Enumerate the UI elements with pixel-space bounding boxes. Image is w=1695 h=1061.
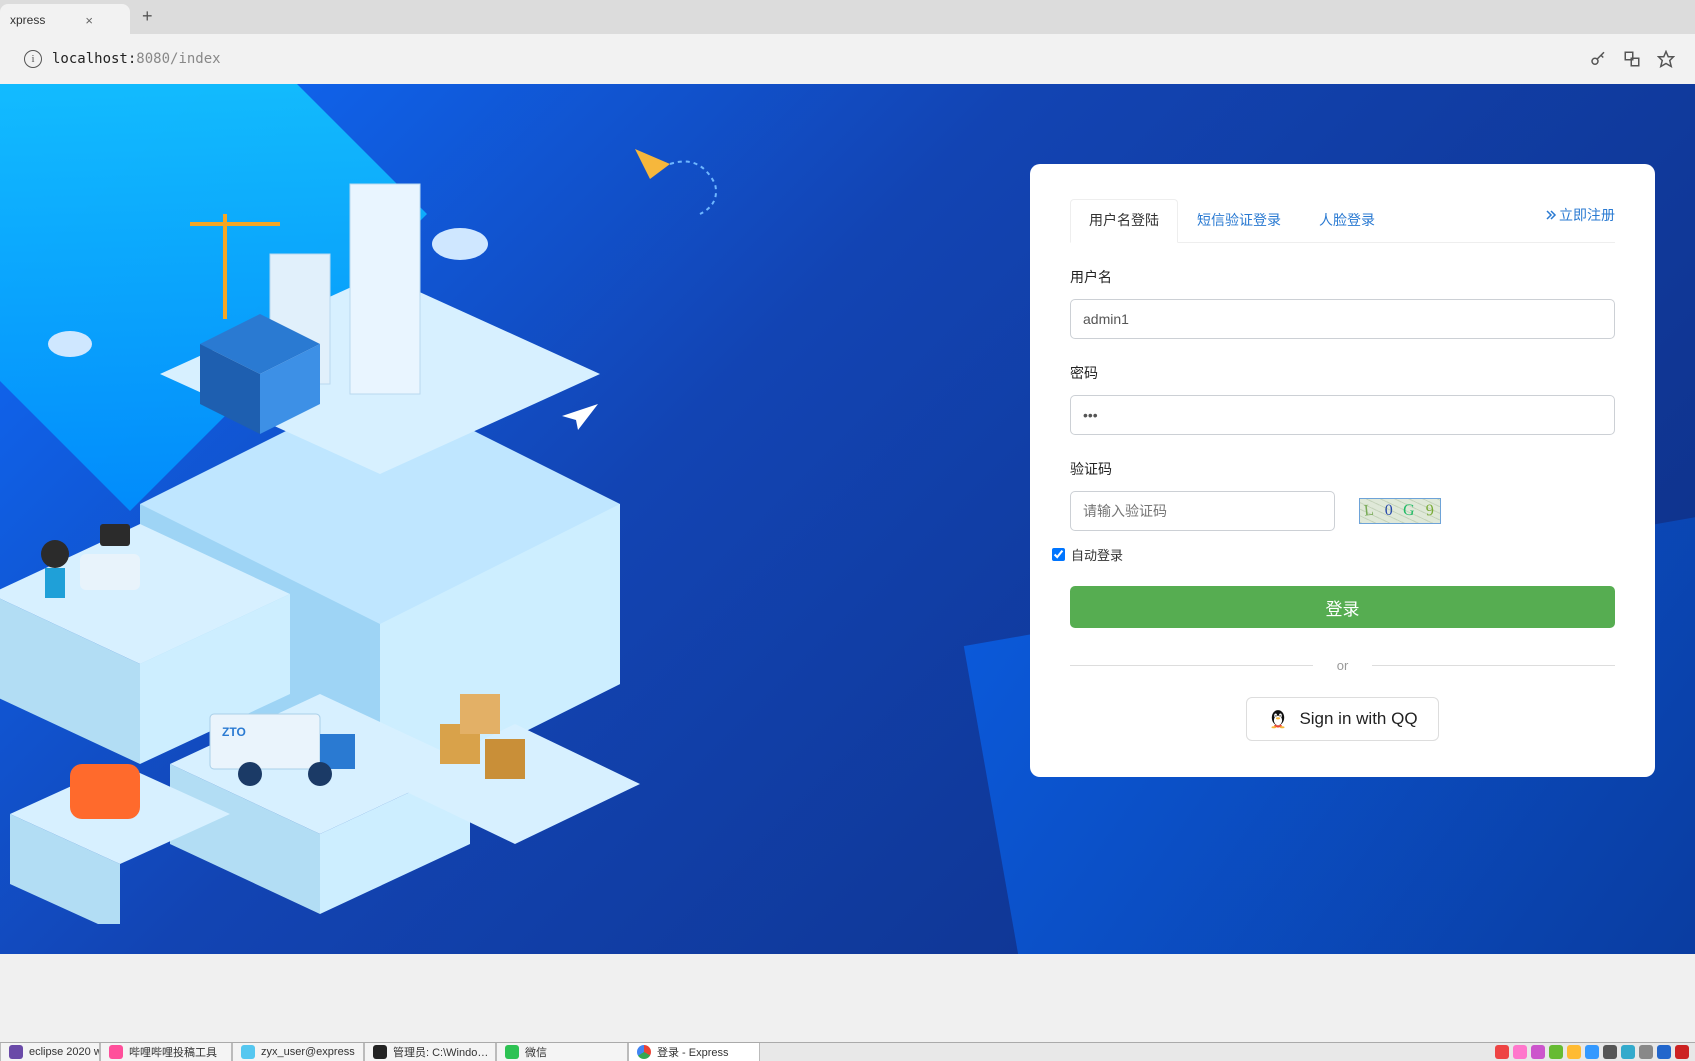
password-group: 密码 xyxy=(1070,363,1615,435)
taskbar-item-wechat[interactable]: 微信 xyxy=(496,1043,628,1061)
chrome-icon xyxy=(637,1045,651,1059)
taskbar-item-eclipse[interactable]: eclipse 2020 wor… xyxy=(0,1043,100,1061)
windows-taskbar: eclipse 2020 wor… 哔哩哔哩投稿工具 zyx_user@expr… xyxy=(0,1042,1695,1061)
site-info-icon[interactable]: i xyxy=(24,50,42,68)
captcha-char-3: G xyxy=(1403,502,1418,521)
captcha-image[interactable]: L 0 G 9 xyxy=(1359,498,1441,524)
auto-login-label: 自动登录 xyxy=(1071,545,1123,564)
taskbar-item-bili[interactable]: 哔哩哔哩投稿工具 xyxy=(100,1043,232,1061)
qq-signin-label: Sign in with QQ xyxy=(1299,709,1417,729)
paper-plane-white-icon xyxy=(560,402,600,432)
captcha-input[interactable] xyxy=(1070,491,1335,531)
captcha-label: 验证码 xyxy=(1070,459,1615,479)
url-path: 8080/index xyxy=(136,51,220,67)
hero-illustration: ZTO xyxy=(0,124,660,924)
password-input[interactable] xyxy=(1070,395,1615,435)
browser-actions xyxy=(1579,50,1685,68)
register-link[interactable]: 立即注册 xyxy=(1545,205,1615,235)
tray-icon[interactable] xyxy=(1657,1045,1671,1059)
login-card: 用户名登陆 短信验证登录 人脸登录 立即注册 用户名 密码 验证码 L xyxy=(1030,164,1655,777)
captcha-char-2: 0 xyxy=(1385,502,1395,520)
taskbar-item-user[interactable]: zyx_user@express xyxy=(232,1043,364,1061)
app-icon xyxy=(241,1045,255,1059)
translate-icon[interactable] xyxy=(1623,50,1641,68)
register-link-label: 立即注册 xyxy=(1559,205,1615,225)
url-host: localhost: xyxy=(52,51,136,67)
new-tab-button[interactable]: + xyxy=(130,0,165,34)
app-icon xyxy=(109,1045,123,1059)
taskbar-label: 哔哩哔哩投稿工具 xyxy=(129,1044,217,1060)
tray-icon[interactable] xyxy=(1513,1045,1527,1059)
tab-sms-login[interactable]: 短信验证登录 xyxy=(1178,199,1300,243)
tab-username-login[interactable]: 用户名登陆 xyxy=(1070,199,1178,243)
svg-text:ZTO: ZTO xyxy=(222,725,246,739)
tray-icon[interactable] xyxy=(1621,1045,1635,1059)
tray-icon[interactable] xyxy=(1675,1045,1689,1059)
taskbar-label: eclipse 2020 wor… xyxy=(29,1046,100,1058)
app-icon xyxy=(9,1045,23,1059)
tray-icon[interactable] xyxy=(1603,1045,1617,1059)
browser-toolbar: i localhost:8080/index xyxy=(0,34,1695,84)
password-label: 密码 xyxy=(1070,363,1615,383)
login-tabs: 用户名登陆 短信验证登录 人脸登录 xyxy=(1070,198,1394,242)
username-input[interactable] xyxy=(1070,299,1615,339)
key-icon[interactable] xyxy=(1589,50,1607,68)
login-button[interactable]: 登录 xyxy=(1070,586,1615,628)
forward-icon xyxy=(1545,209,1557,221)
tray-icon[interactable] xyxy=(1495,1045,1509,1059)
address-bar[interactable]: i localhost:8080/index xyxy=(10,42,1569,76)
tray-icon[interactable] xyxy=(1531,1045,1545,1059)
username-label: 用户名 xyxy=(1070,267,1615,287)
taskbar-label: 微信 xyxy=(525,1044,547,1060)
taskbar-label: 管理员: C:\Windo… xyxy=(393,1044,488,1060)
paper-plane-icon xyxy=(630,144,750,224)
browser-tabs-row: xpress × + xyxy=(0,0,1695,34)
close-icon[interactable]: × xyxy=(85,13,93,28)
page-content: ZTO 用户名登陆 短信验证登录 人脸登录 xyxy=(0,84,1695,954)
captcha-char-1: L xyxy=(1363,501,1377,520)
taskbar-item-chrome[interactable]: 登录 - Express xyxy=(628,1043,760,1061)
tab-face-login[interactable]: 人脸登录 xyxy=(1300,199,1394,243)
tab-title: xpress xyxy=(10,13,45,27)
taskbar-item-cmd[interactable]: 管理员: C:\Windo… xyxy=(364,1043,496,1061)
tray-icon[interactable] xyxy=(1585,1045,1599,1059)
username-group: 用户名 xyxy=(1070,267,1615,339)
system-tray[interactable] xyxy=(1489,1043,1695,1061)
tray-icon[interactable] xyxy=(1639,1045,1653,1059)
star-icon[interactable] xyxy=(1657,50,1675,68)
browser-tab-active[interactable]: xpress × xyxy=(0,4,130,34)
tray-icon[interactable] xyxy=(1549,1045,1563,1059)
or-divider-label: or xyxy=(1313,658,1373,673)
auto-login-checkbox[interactable] xyxy=(1052,548,1065,561)
captcha-group: 验证码 L 0 G 9 xyxy=(1070,459,1615,531)
tray-icon[interactable] xyxy=(1567,1045,1581,1059)
taskbar-label: 登录 - Express xyxy=(657,1044,729,1060)
taskbar-label: zyx_user@express xyxy=(261,1046,355,1058)
captcha-char-4: 9 xyxy=(1425,502,1436,521)
qq-icon xyxy=(1267,708,1289,730)
app-icon xyxy=(373,1045,387,1059)
or-divider: or xyxy=(1070,658,1615,673)
login-header: 用户名登陆 短信验证登录 人脸登录 立即注册 xyxy=(1070,198,1615,243)
app-icon xyxy=(505,1045,519,1059)
qq-signin-button[interactable]: Sign in with QQ xyxy=(1246,697,1438,741)
auto-login-row[interactable]: 自动登录 xyxy=(1052,545,1615,564)
browser-chrome: xpress × + i localhost:8080/index xyxy=(0,0,1695,84)
